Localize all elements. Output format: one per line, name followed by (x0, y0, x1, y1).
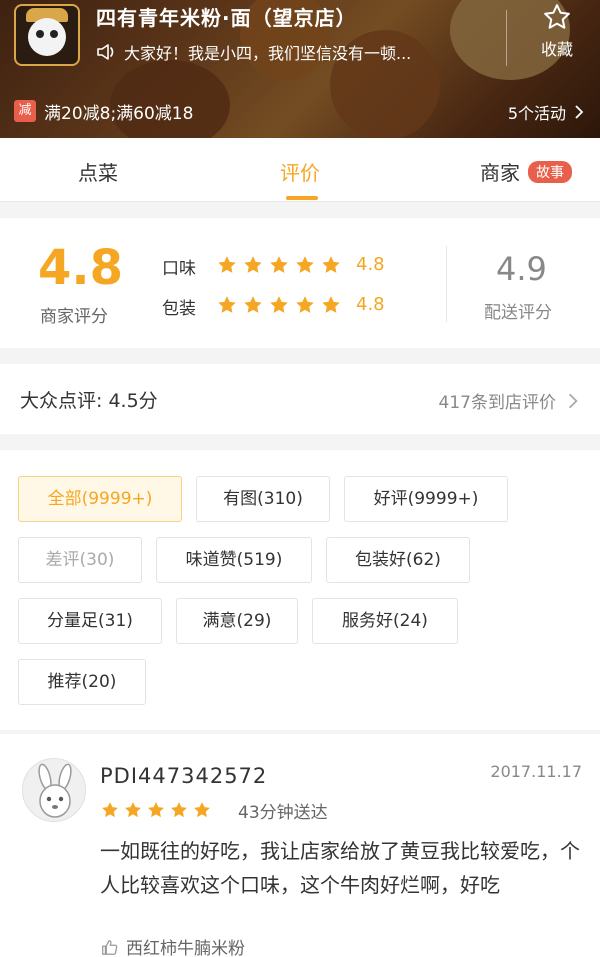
review-filters: 全部(9999+) 有图(310) 好评(9999+) 差评(30) 味道赞(5… (0, 450, 600, 730)
review-item: PDI447342572 2017.11.17 43分钟送达 一如既往的好吃，我… (0, 734, 600, 957)
filter-chip[interactable]: 推荐(20) (18, 659, 146, 705)
star-icon (270, 256, 288, 273)
star-icon (218, 256, 236, 273)
favorite-label: 收藏 (540, 40, 573, 59)
star-icon (194, 802, 210, 818)
merchant-score: 4.8 (38, 240, 124, 296)
active-tab-indicator (286, 196, 318, 200)
favorite-button[interactable]: 收藏 (520, 2, 594, 60)
filter-chip[interactable]: 分量足(31) (18, 598, 162, 644)
logo-eye (36, 30, 44, 38)
taste-label: 口味 (162, 259, 196, 279)
review-stars (100, 800, 215, 820)
packing-score: 4.8 (356, 294, 385, 315)
taste-score: 4.8 (356, 254, 385, 275)
review-date: 2017.11.17 (490, 762, 582, 781)
logo-eye (50, 30, 58, 38)
delivery-score: 4.9 (496, 250, 547, 288)
shop-name: 四有青年米粉·面（望京店） (96, 6, 357, 30)
packing-label: 包装 (162, 299, 196, 319)
promo-text: 满20减8;满60减18 (44, 103, 194, 124)
logo-face (28, 18, 66, 56)
star-icon (244, 296, 262, 313)
shop-logo[interactable] (14, 4, 80, 66)
star-icon (102, 802, 118, 818)
avatar[interactable] (22, 758, 86, 822)
delivery-score-label: 配送评分 (484, 303, 552, 323)
dianping-row[interactable]: 大众点评: 4.5分 417条到店评价 (0, 364, 600, 434)
filter-chip[interactable]: 包装好(62) (326, 537, 470, 583)
star-icon (171, 802, 187, 818)
star-icon (218, 296, 236, 313)
liked-dish[interactable]: 西红柿牛腩米粉 (100, 934, 245, 957)
shop-header: 四有青年米粉·面（望京店） 大家好！我是小四，我们坚信没有一顿... 收藏 减 … (0, 0, 600, 138)
kangaroo-avatar-icon (38, 763, 72, 818)
dianping-reviews-link[interactable]: 417条到店评价 (439, 388, 580, 413)
star-icon (296, 256, 314, 273)
tab-merchant[interactable]: 商家 故事 (480, 157, 572, 186)
tab-merchant-label: 商家 (480, 161, 520, 185)
tab-bar: 点菜 评价 商家 故事 (0, 138, 600, 202)
rating-divider (446, 246, 447, 322)
promo-bar[interactable]: 减 满20减8;满60减18 5个活动 (0, 86, 600, 136)
discount-tag: 减 (14, 100, 36, 122)
rating-summary: 4.8 商家评分 口味 4.8 包装 4.8 4.9 配送评分 (0, 218, 600, 348)
tab-order[interactable]: 点菜 (78, 157, 118, 186)
review-content: 一如既往的好吃，我让店家给放了黄豆我比较爱吃，个人比较喜欢这个口味，这个牛肉好烂… (100, 839, 580, 897)
chevron-right-icon (575, 105, 584, 119)
merchant-score-label: 商家评分 (40, 307, 108, 327)
filter-chip[interactable]: 满意(29) (176, 598, 298, 644)
notice-text: 大家好！我是小四，我们坚信没有一顿... (124, 44, 412, 63)
star-icon (244, 256, 262, 273)
filter-chip[interactable]: 好评(9999+) (344, 476, 508, 522)
filter-chip[interactable]: 全部(9999+) (18, 476, 182, 522)
star-icon (322, 256, 340, 273)
tab-reviews[interactable]: 评价 (280, 157, 320, 186)
review-username: PDI447342572 (100, 764, 268, 788)
star-icon (296, 296, 314, 313)
activities-link[interactable]: 5个活动 (508, 100, 586, 124)
filter-chip[interactable]: 服务好(24) (312, 598, 458, 644)
shop-notice[interactable]: 大家好！我是小四，我们坚信没有一顿... (96, 40, 496, 64)
story-badge: 故事 (528, 161, 572, 183)
thumbs-up-icon (102, 939, 118, 955)
chevron-right-icon (568, 393, 578, 408)
liked-dish-name: 西红柿牛腩米粉 (126, 939, 245, 957)
header-divider (506, 10, 507, 66)
filter-chip[interactable]: 味道赞(519) (156, 537, 312, 583)
star-icon (125, 802, 141, 818)
star-icon (322, 296, 340, 313)
activities-count: 5个活动 (507, 104, 566, 123)
speaker-icon (97, 44, 114, 60)
filter-chip[interactable]: 差评(30) (18, 537, 142, 583)
packing-stars (216, 294, 346, 316)
star-outline-icon (544, 4, 570, 29)
delivery-time: 43分钟送达 (238, 803, 328, 823)
taste-stars (216, 254, 346, 276)
star-icon (148, 802, 164, 818)
dianping-count: 417条到店评价 (438, 393, 556, 413)
dianping-score: 大众点评: 4.5分 (20, 390, 158, 412)
filter-chip[interactable]: 有图(310) (196, 476, 330, 522)
star-icon (270, 296, 288, 313)
